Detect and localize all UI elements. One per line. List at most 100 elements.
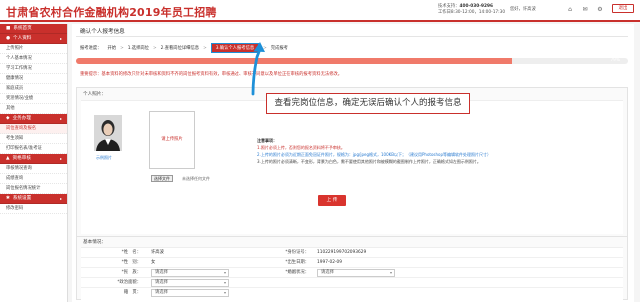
steps-label: 报考进度：	[80, 46, 102, 51]
sidebar-item-family[interactable]: 家庭成员	[0, 84, 67, 94]
sidebar-item-awards[interactable]: 奖惩情况/业绩	[0, 94, 67, 104]
basic-info-section: 基本情况： *姓 名： 许高波 *身份证号： 11022919970209362…	[76, 236, 628, 301]
site-logo[interactable]: 甘肃省农村合作金融机构2019年员工招聘	[6, 4, 217, 20]
ethnicity-label: *民 族：	[121, 270, 141, 275]
sidebar-group-review[interactable]: ▲ 资格审核 ▸	[0, 154, 67, 164]
sidebar: ■ 系统首页 ● 个人资料 ▸ 上传照片 个人基本情况 学习工作情况 健康情况 家庭成…	[0, 24, 68, 302]
step-confirm-info: 3.确认个人报考信息	[210, 43, 260, 53]
sidebar-group-label: 业务办理	[12, 115, 31, 121]
political-select[interactable]: 请选择	[151, 279, 229, 287]
id-value: 110229199702093629	[317, 250, 367, 255]
sidebar-group-settings[interactable]: ✱ 系统设置 ▸	[0, 194, 67, 204]
note-item: 3.上传的照片必须清晰，不变形，背景为白色，需不要使用其他照片和被模糊的截图制作…	[257, 159, 481, 164]
file-status: 未选择任何文件	[182, 176, 210, 181]
form-row: *姓 名： 许高波 *身份证号： 110229199702093629	[81, 248, 623, 258]
native-place-label: 籍 贯：	[123, 290, 141, 295]
top-header: 甘肃省农村合作金融机构2019年员工招聘 技术支持：400-030-9296 工…	[0, 0, 640, 22]
step-separator: >	[120, 45, 124, 51]
photo-upload-area[interactable]: 请上传照片	[149, 111, 195, 169]
sidebar-item-upload-photo[interactable]: 上传照片	[0, 44, 67, 54]
step-separator: >	[152, 45, 157, 51]
user-greeting: 您好，许高波	[510, 6, 536, 12]
section-label: 基本情况：	[83, 240, 106, 245]
choose-file-button[interactable]: 选择文件	[151, 175, 173, 182]
important-notice: 重要提示：基本资料的修改只针对未审核和资料不齐的岗位报考资料有效，审核通过、审核…	[80, 72, 343, 77]
step-separator: >	[263, 45, 267, 51]
native-place-select[interactable]: 请选择	[151, 289, 229, 297]
gender-label: *性 别：	[121, 260, 141, 265]
support-label: 技术支持：	[438, 4, 460, 9]
divider	[76, 36, 628, 37]
step-complete: 完成报考	[270, 46, 288, 51]
sidebar-item-other[interactable]: 其他	[0, 104, 67, 114]
name-label: *姓 名：	[121, 250, 141, 255]
annotation-callout: 查看完岗位信息，确定无误后确认个人的报考信息	[266, 93, 470, 114]
sidebar-item-review-status[interactable]: 审核情况查询	[0, 164, 67, 174]
step-separator: >	[203, 45, 207, 51]
birth-label: *出生日期：	[285, 260, 309, 265]
sidebar-item-exam-notice[interactable]: 考生须知	[0, 134, 67, 144]
chevron-right-icon: ▸	[59, 195, 62, 201]
upload-notes: 注意事项： 1.照片必须上传，否则您的报名资料将不予审核。 2.上传的照片必须为…	[257, 137, 617, 165]
progress-fill	[76, 58, 513, 64]
home-icon[interactable]: ⌂	[566, 5, 574, 13]
user-name: 许高波	[522, 7, 536, 12]
birth-value: 1997-02-09	[317, 260, 342, 265]
greeting-text: 您好，	[510, 7, 523, 12]
political-label: *政治面貌：	[117, 280, 141, 285]
page-title: 确认个人报考信息	[80, 29, 125, 35]
user-icon: ●	[6, 35, 11, 41]
settings-icon[interactable]: ⚙	[596, 5, 604, 13]
form-row: *政治面貌： 请选择	[81, 278, 623, 288]
sidebar-group-label: 资格审核	[12, 155, 31, 161]
sample-photo-caption: 示例照片	[96, 155, 112, 160]
sample-photo	[94, 115, 122, 151]
logout-button[interactable]: 退出	[612, 4, 634, 13]
sidebar-item-basic-info[interactable]: 个人基本情况	[0, 54, 67, 64]
section-label: 个人照片：	[83, 92, 106, 97]
sidebar-group-profile[interactable]: ● 个人资料 ▸	[0, 34, 67, 44]
step-select-position: 1.选择岗位	[127, 46, 149, 51]
note-item: 1.照片必须上传，否则您的报名资料将不予审核。	[257, 145, 345, 150]
sidebar-group-label: 系统设置	[12, 195, 32, 201]
basic-info-form: *姓 名： 许高波 *身份证号： 110229199702093629 *性 别…	[81, 247, 623, 301]
checklist-icon: ▲	[6, 155, 10, 161]
chevron-right-icon: ▸	[59, 115, 62, 121]
photo-panel: 示例照片 请上传照片 选择文件 未选择任何文件 注意事项： 1.照片必须上传，否…	[81, 100, 623, 234]
ethnicity-select[interactable]: 请选择	[151, 269, 229, 277]
sidebar-item-health[interactable]: 健康情况	[0, 74, 67, 84]
support-info: 技术支持：400-030-9296 工作日8:30-12:00，14:00-17…	[438, 4, 505, 16]
sidebar-group-home[interactable]: ■ 系统首页	[0, 24, 67, 34]
chevron-right-icon: ▸	[59, 155, 62, 161]
marital-select[interactable]: 请选择	[317, 269, 395, 277]
progress-percent: 79%	[610, 58, 620, 63]
chevron-right-icon: ▸	[59, 35, 62, 41]
step-view-details: 2.查看岗位详细信息	[160, 46, 200, 51]
main-content: 确认个人报考信息 报考进度： 开始 > 1.选择岗位 > 2.查看岗位详细信息 > 3…	[72, 24, 634, 302]
progress-bar: 79%	[76, 58, 628, 64]
sidebar-item-score-query[interactable]: 成绩查询	[0, 174, 67, 184]
sidebar-item-study-work[interactable]: 学习工作情况	[0, 64, 67, 74]
id-label: *身份证号：	[285, 250, 309, 255]
form-row: 籍 贯： 请选择	[81, 288, 623, 298]
briefcase-icon: ◆	[6, 115, 10, 121]
sidebar-group-business[interactable]: ◆ 业务办理 ▸	[0, 114, 67, 124]
sidebar-group-label: 个人资料	[13, 35, 32, 41]
sidebar-item-position-search[interactable]: 岗位查询及报名	[0, 124, 67, 134]
step-start: 开始	[107, 46, 117, 51]
support-phone: 400-030-9296	[459, 4, 493, 9]
service-hours: 工作日8:30-12:00，14:00-17:30	[438, 10, 506, 15]
sidebar-item-change-password[interactable]: 修改密码	[0, 204, 67, 214]
upload-placeholder-text: 请上传照片	[161, 137, 183, 142]
sidebar-group-label: 系统首页	[13, 25, 32, 31]
name-value: 许高波	[151, 250, 164, 255]
home-icon: ■	[6, 25, 11, 31]
upload-button[interactable]: 上 传	[318, 195, 346, 206]
progress-steps: 报考进度： 开始 > 1.选择岗位 > 2.查看岗位详细信息 > 3.确认个人报考信息…	[80, 43, 292, 53]
message-icon[interactable]: ✉	[581, 5, 589, 13]
gear-icon: ✱	[6, 195, 10, 201]
notes-title: 注意事项：	[257, 138, 277, 143]
sidebar-item-print-ticket[interactable]: 打印报名表/准考证	[0, 144, 67, 154]
header-icons: ⌂ ✉ ⚙	[566, 5, 604, 13]
sidebar-item-registration-stats[interactable]: 岗位报名情况统计	[0, 184, 67, 194]
